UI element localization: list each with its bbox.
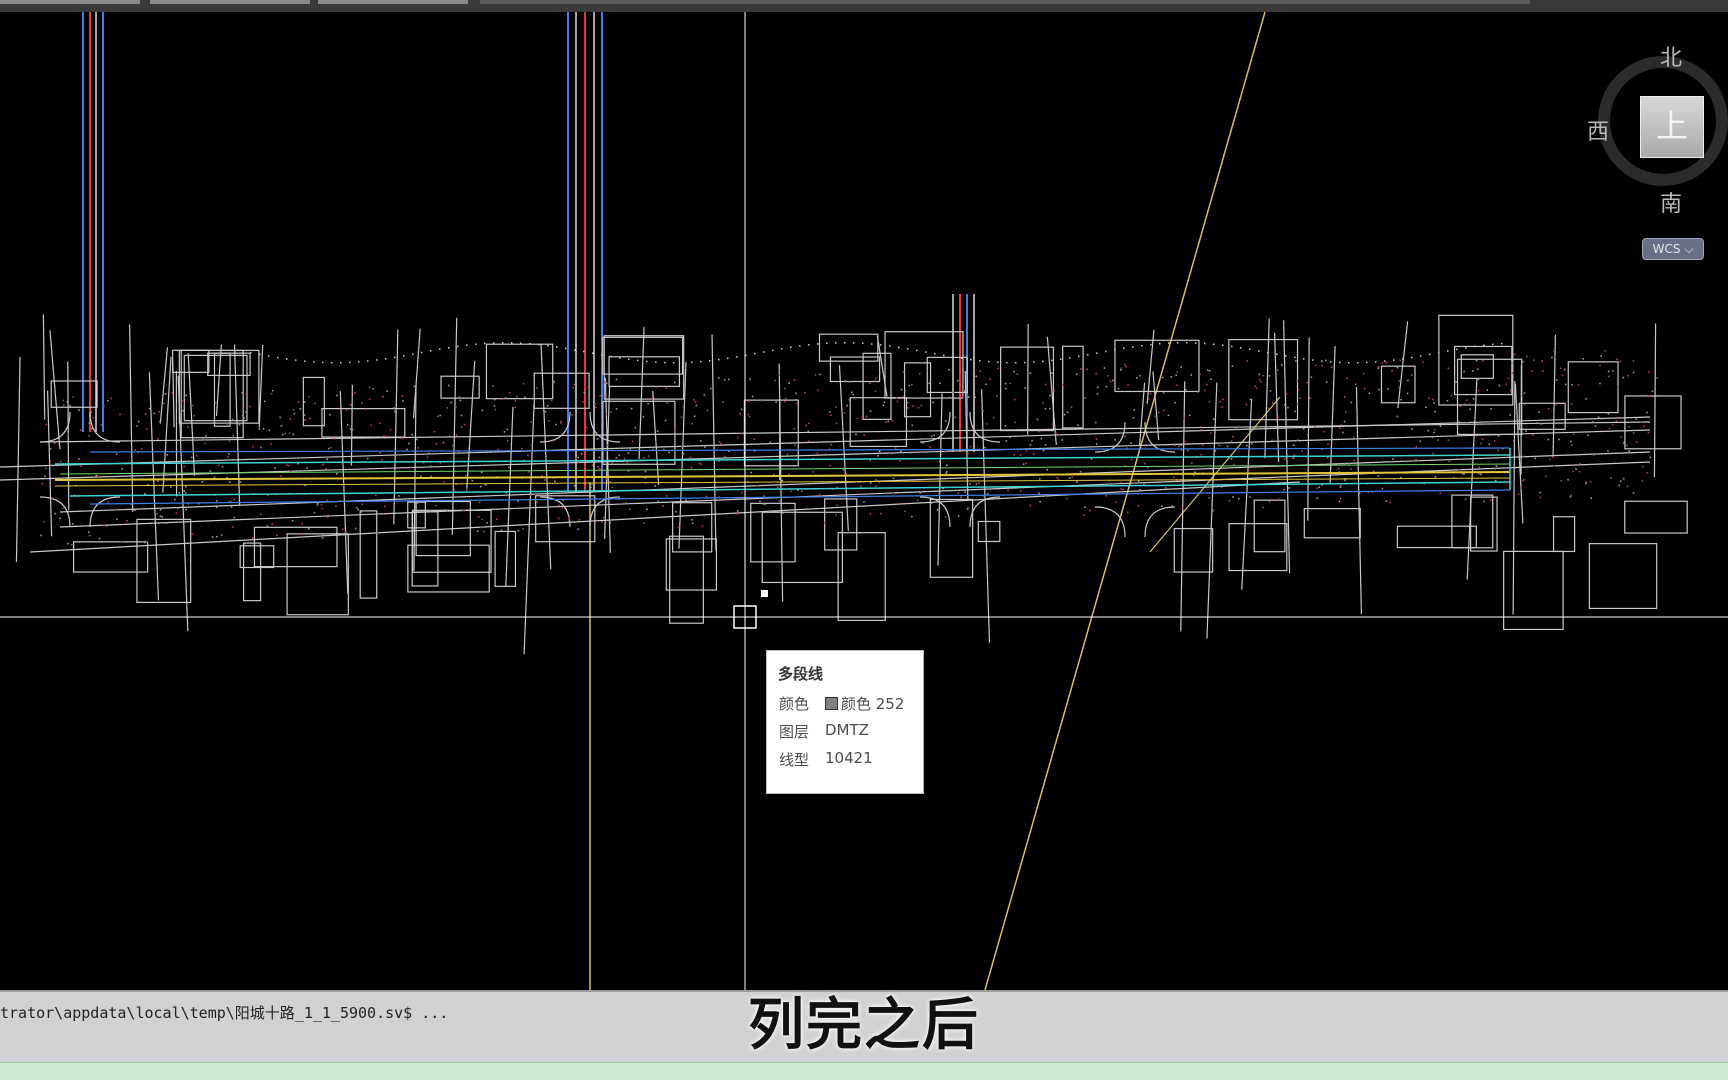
tooltip-key: 线型 [779,751,810,769]
document-tab[interactable] [480,0,1530,4]
pipe-bundle-left [82,12,104,432]
tooltip-value: DMTZ [825,721,869,739]
document-tab[interactable] [0,0,140,4]
view-cube[interactable]: 北 西 南 上 WCS ⌵ [1587,36,1728,260]
document-tab-strip [0,0,1728,12]
object-properties-tooltip: 多段线 颜色 颜色 252 图层 DMTZ 线型 10421 [766,650,924,794]
status-bar [0,1062,1728,1080]
compass-north-label[interactable]: 北 [1660,40,1682,72]
road-network [0,314,1688,655]
tooltip-key: 颜色 [779,695,810,713]
compass-west-label[interactable]: 西 [1587,114,1609,146]
tooltip-value: 颜色 252 [825,693,904,714]
diagonal-line [984,12,1266,990]
drawing-canvas[interactable]: 北 西 南 上 WCS ⌵ 多段线 颜色 颜色 252 图层 DMTZ 线型 1… [0,12,1728,990]
tooltip-value: 10421 [825,749,873,767]
view-cube-top-face[interactable]: 上 [1640,96,1704,158]
compass-south-label[interactable]: 南 [1660,186,1682,218]
tooltip-title: 多段线 [778,665,824,683]
pipe-bundle-middle [567,12,603,492]
wcs-menu-button[interactable]: WCS ⌵ [1642,238,1704,260]
video-subtitle: 列完之后 [748,993,980,1058]
cad-drawing[interactable] [0,12,1728,990]
document-tab[interactable] [318,0,468,4]
document-tab[interactable] [150,0,310,4]
color-swatch-icon [825,697,838,710]
crosshair-cursor [0,12,1728,990]
tooltip-key: 图层 [779,723,810,741]
